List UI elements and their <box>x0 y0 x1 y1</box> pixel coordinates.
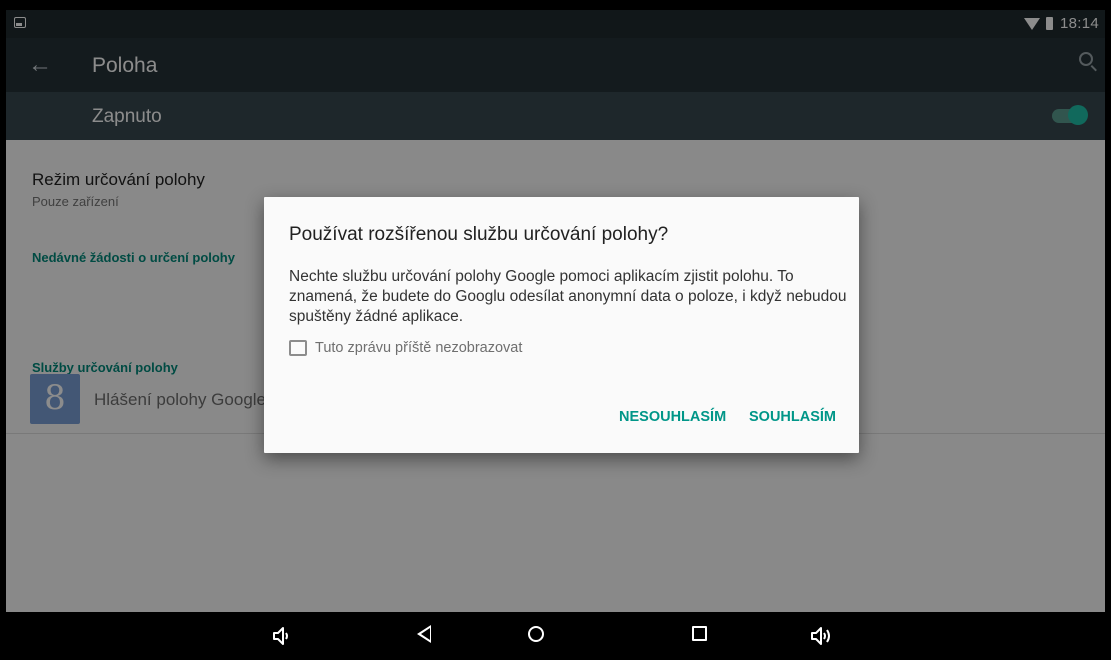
android-screen: 18:14 ← Poloha Zapnuto Režim určování po… <box>6 10 1105 612</box>
volume-up-icon[interactable] <box>808 624 830 646</box>
volume-down-icon[interactable] <box>270 624 292 646</box>
dialog-body: Nechte službu určování polohy Google pom… <box>289 268 847 325</box>
dont-show-again-checkbox[interactable] <box>289 340 307 356</box>
home-icon[interactable] <box>528 626 544 642</box>
accept-button[interactable]: SOUHLASÍM <box>749 409 836 425</box>
location-consent-dialog: Používat rozšířenou službu určování polo… <box>264 197 859 453</box>
navigation-bar <box>0 612 1111 660</box>
recent-apps-icon[interactable] <box>692 626 707 641</box>
decline-button[interactable]: NESOUHLASÍM <box>619 409 726 425</box>
dont-show-again-label[interactable]: Tuto zprávu příště nezobrazovat <box>315 340 522 356</box>
dialog-title: Používat rozšířenou službu určování polo… <box>289 224 669 245</box>
back-icon[interactable] <box>417 625 431 643</box>
